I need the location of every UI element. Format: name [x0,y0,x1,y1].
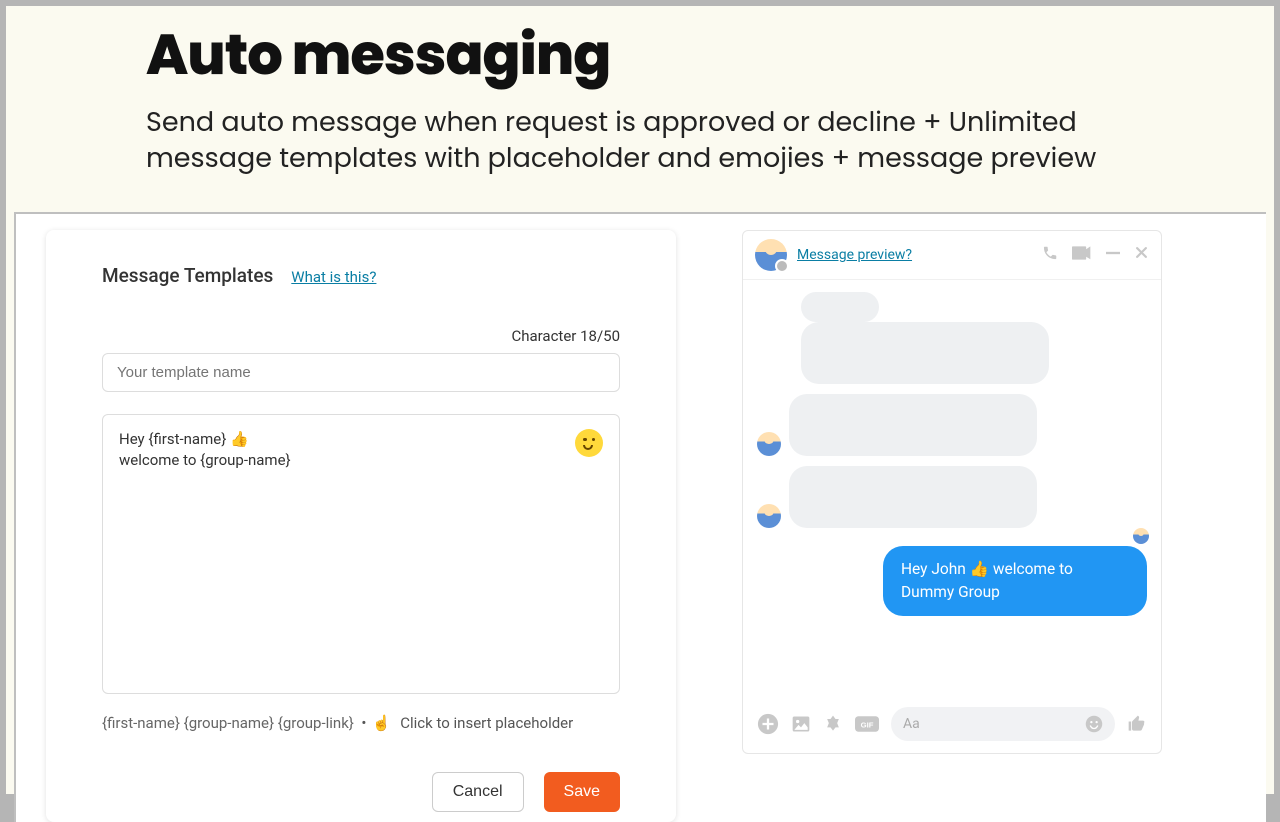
received-bubble [789,466,1037,528]
cancel-button[interactable]: Cancel [432,772,524,812]
hint-text: Click to insert placeholder [400,714,573,732]
emoji-picker-button[interactable] [575,429,603,457]
emoji-icon[interactable] [1085,715,1103,733]
sent-message-bubble: Hey John 👍 welcome to Dummy Group [883,546,1147,617]
pointer-icon: ☝ [372,712,391,735]
help-link[interactable]: What is this? [291,268,376,286]
avatar [755,239,787,271]
save-button[interactable]: Save [544,772,620,812]
card-title: Message Templates [102,264,273,287]
smiley-icon [575,429,603,457]
preview-header-link[interactable]: Message preview? [797,247,1032,263]
phone-icon[interactable] [1042,245,1058,265]
received-bubble [801,292,879,322]
add-icon[interactable] [757,713,779,735]
placeholder-tokens[interactable]: {first-name} {group-name} {group-link} [102,714,354,732]
template-card: Message Templates What is this? Characte… [46,230,676,822]
message-textarea[interactable]: Hey {first-name} 👍 welcome to {group-nam… [102,414,620,694]
avatar [757,504,781,528]
gif-icon[interactable]: GIF [855,715,879,733]
template-name-input[interactable] [102,353,620,392]
character-count: Character 18/50 [102,327,620,345]
video-icon[interactable] [1072,245,1092,264]
chat-input-placeholder: Aa [903,716,920,732]
svg-text:GIF: GIF [861,720,874,729]
sticker-icon[interactable] [823,714,843,734]
avatar [757,432,781,456]
close-icon[interactable] [1134,245,1149,264]
received-bubble [789,394,1037,456]
page-subtitle: Send auto message when request is approv… [146,105,1134,178]
placeholder-hint: {first-name} {group-name} {group-link} •… [102,712,620,735]
message-preview-panel: Message preview? [742,230,1162,754]
minimize-icon[interactable] [1106,245,1120,264]
page-title: Auto messaging [146,12,1134,97]
chat-input[interactable]: Aa [891,707,1115,741]
received-bubble [801,322,1049,384]
like-icon[interactable] [1127,714,1147,734]
image-icon[interactable] [791,714,811,734]
message-line: welcome to {group-name} [119,450,603,471]
message-line: Hey {first-name} 👍 [119,429,603,450]
avatar [1133,528,1149,544]
